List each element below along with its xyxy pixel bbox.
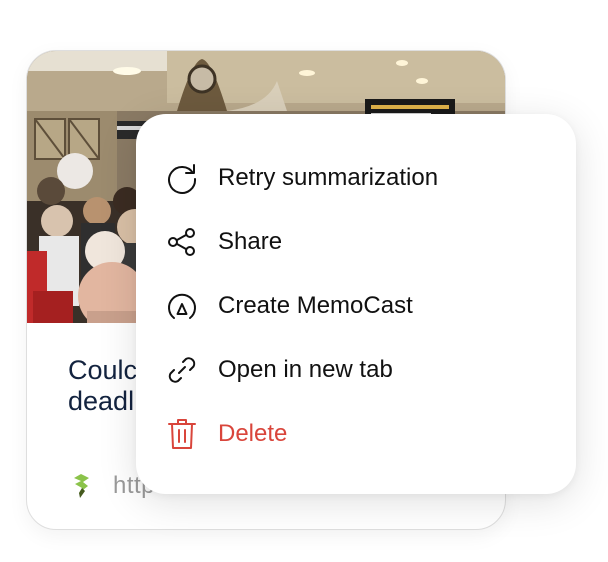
stage: Coulc deadl https:// Retry summarization	[0, 0, 608, 562]
menu-item-create-memocast[interactable]: Create MemoCast	[164, 286, 554, 326]
menu-item-share[interactable]: Share	[164, 222, 554, 262]
menu-item-open-in-new-tab[interactable]: Open in new tab	[164, 350, 554, 390]
trash-icon	[164, 416, 200, 452]
menu-item-label: Retry summarization	[218, 164, 439, 191]
menu-item-delete[interactable]: Delete	[164, 414, 554, 454]
menu-item-label: Delete	[218, 420, 288, 447]
refresh-icon	[164, 160, 200, 196]
menu-item-retry-summarization[interactable]: Retry summarization	[164, 158, 554, 198]
menu-item-label: Open in new tab	[218, 356, 393, 383]
menu-item-label: Share	[218, 228, 283, 255]
menu-item-label: Create MemoCast	[218, 292, 413, 319]
article-title-line-1: Coulc	[68, 355, 138, 385]
site-favicon-icon	[71, 473, 91, 499]
link-icon	[164, 352, 200, 388]
share-icon	[164, 224, 200, 260]
memocast-icon	[164, 288, 200, 324]
article-title-line-2: deadl	[68, 386, 135, 416]
context-menu: Retry summarization Share Create MemoCas…	[136, 114, 576, 494]
